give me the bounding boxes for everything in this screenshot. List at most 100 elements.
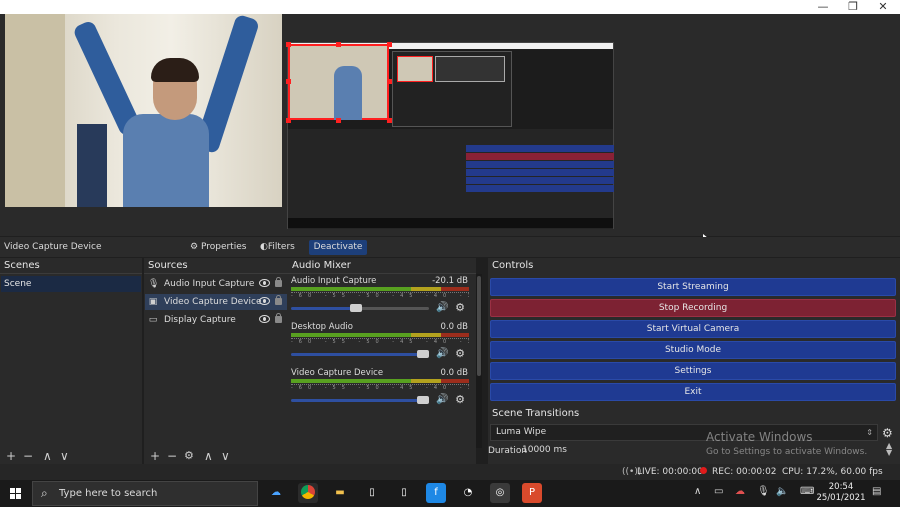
taskbar-clock[interactable]: 20:54 25/01/2021 xyxy=(816,482,866,504)
volume-icon[interactable]: 🔈 xyxy=(776,486,788,497)
chrome-icon[interactable] xyxy=(298,483,318,503)
obs-window: — ❐ ✕ Video Capture Device ⚙ Properties … xyxy=(0,0,900,507)
filter-icon: ◐ xyxy=(260,242,268,252)
scene-transitions-title: Scene Transitions xyxy=(492,408,580,419)
fader-knob[interactable] xyxy=(417,350,429,358)
volume-meter xyxy=(291,379,469,383)
add-source-button[interactable]: + xyxy=(150,448,160,464)
meter-ticks: -60 -55 -50 -45 -40 -35 -30 -25 -20 -15 … xyxy=(291,338,469,345)
source-context-bar: Video Capture Device ⚙ Properties ◐Filte… xyxy=(0,237,900,257)
visibility-eye-icon[interactable] xyxy=(259,297,270,305)
obs-studio-icon[interactable]: ◎ xyxy=(490,483,510,503)
activate-windows-hint: Go to Settings to activate Windows. xyxy=(706,447,868,457)
mixer-scrollbar[interactable] xyxy=(476,274,482,448)
source-item-display-capture[interactable]: ▭ Display Capture xyxy=(145,312,287,328)
stop-recording-button[interactable]: Stop Recording xyxy=(490,299,896,317)
network-icon[interactable]: ▭ xyxy=(714,486,723,497)
speaker-icon[interactable]: 🔊 xyxy=(436,348,448,360)
properties-button[interactable]: ⚙ Properties xyxy=(186,240,250,255)
antivirus-icon[interactable]: ☁ xyxy=(735,486,745,497)
duration-input[interactable]: 10000 ms xyxy=(522,443,582,458)
visibility-eye-icon[interactable] xyxy=(259,279,270,287)
add-scene-button[interactable]: + xyxy=(6,448,16,464)
restore-button[interactable]: ❐ xyxy=(838,0,868,14)
lock-icon[interactable] xyxy=(275,277,282,287)
rec-timer: REC: 00:00:02 xyxy=(712,467,777,477)
source-item-audio-input[interactable]: 🎙 Audio Input Capture xyxy=(145,276,287,292)
deactivate-button[interactable]: Deactivate xyxy=(309,240,367,255)
meter-ticks: -60 -55 -50 -45 -40 -35 -30 -25 -20 -15 … xyxy=(291,292,469,299)
search-icon: ⌕ xyxy=(41,486,48,500)
speaker-icon[interactable]: 🔊 xyxy=(436,394,448,406)
move-scene-down-button[interactable]: ∨ xyxy=(60,448,69,464)
microphone-icon[interactable]: 🎙 xyxy=(757,486,770,497)
remove-source-button[interactable]: − xyxy=(167,448,177,464)
gear-icon[interactable]: ⚙ xyxy=(454,348,466,360)
preview-canvas[interactable] xyxy=(0,14,900,246)
source-item-video-capture[interactable]: ▣ Video Capture Device xyxy=(145,294,287,310)
document-icon-2[interactable]: ▯ xyxy=(394,483,414,503)
meter-ticks: -60 -55 -50 -45 -40 -35 -30 -25 -20 -15 … xyxy=(291,384,469,391)
show-hidden-icons-chevron-up-icon[interactable]: ∧ xyxy=(694,486,701,497)
activate-windows-watermark: Activate Windows xyxy=(706,430,813,444)
volume-fader[interactable] xyxy=(291,399,419,402)
exit-button[interactable]: Exit xyxy=(490,383,896,401)
transition-select[interactable]: Luma Wipe ⇕ xyxy=(490,424,878,441)
scene-item[interactable]: Scene xyxy=(1,276,141,292)
notifications-icon[interactable]: ▤ xyxy=(872,486,881,497)
selected-source-label: Video Capture Device xyxy=(4,242,102,252)
move-source-up-button[interactable]: ∧ xyxy=(204,448,213,464)
start-virtual-camera-button[interactable]: Start Virtual Camera xyxy=(490,320,896,338)
start-streaming-button[interactable]: Start Streaming xyxy=(490,278,896,296)
live-timer: LIVE: 00:00:00 xyxy=(637,467,703,477)
title-bar: — ❐ ✕ xyxy=(0,0,900,14)
gear-icon[interactable]: ⚙ xyxy=(454,302,466,314)
move-scene-up-button[interactable]: ∧ xyxy=(43,448,52,464)
status-bar: ((•)) LIVE: 00:00:00 REC: 00:00:02 CPU: … xyxy=(0,464,900,480)
studio-mode-button[interactable]: Studio Mode xyxy=(490,341,896,359)
selected-source-box[interactable] xyxy=(288,44,389,120)
transition-gear-icon[interactable]: ⚙ xyxy=(882,426,893,440)
document-icon[interactable]: ▯ xyxy=(362,483,382,503)
mixer-channel-video-capture: Video Capture Device 0.0 dB -60 -55 -50 … xyxy=(291,368,469,406)
mixer-channel-audio-input: Audio Input Capture -20.1 dB -60 -55 -50… xyxy=(291,276,469,314)
windows-taskbar: ⌕ Type here to search ☁ ▬ ▯ ▯ f ◔ ◎ P ∧ … xyxy=(0,480,900,507)
fader-knob[interactable] xyxy=(417,396,429,404)
language-icon[interactable]: ⌨ xyxy=(800,486,814,497)
browser-icon[interactable]: ◔ xyxy=(458,483,478,503)
sources-title: Sources xyxy=(148,260,188,271)
mixer-channel-desktop-audio: Desktop Audio 0.0 dB -60 -55 -50 -45 -40… xyxy=(291,322,469,360)
minimize-button[interactable]: — xyxy=(808,0,838,14)
app-p-icon[interactable]: P xyxy=(522,483,542,503)
filters-button[interactable]: ◐Filters xyxy=(256,240,299,255)
onedrive-icon[interactable]: ☁ xyxy=(266,483,286,503)
scenes-title: Scenes xyxy=(4,260,40,271)
settings-button[interactable]: Settings xyxy=(490,362,896,380)
scenes-toolbar: + − ∧ ∨ xyxy=(0,448,142,464)
visibility-eye-icon[interactable] xyxy=(259,315,270,323)
lock-icon[interactable] xyxy=(275,313,282,323)
speaker-icon[interactable]: 🔊 xyxy=(436,302,448,314)
facebook-icon[interactable]: f xyxy=(426,483,446,503)
remove-scene-button[interactable]: − xyxy=(23,448,33,464)
gear-icon: ⚙ xyxy=(190,242,199,252)
lock-icon[interactable] xyxy=(275,295,282,305)
duration-spinner[interactable]: ▲ ▼ xyxy=(886,442,892,457)
close-button[interactable]: ✕ xyxy=(868,0,898,14)
volume-fader[interactable] xyxy=(291,353,419,356)
display-capture-feed[interactable] xyxy=(286,42,614,229)
audio-mixer-title: Audio Mixer xyxy=(292,260,351,271)
file-explorer-icon[interactable]: ▬ xyxy=(330,483,350,503)
move-source-down-button[interactable]: ∨ xyxy=(221,448,230,464)
windows-start-icon[interactable] xyxy=(10,488,21,499)
volume-fader[interactable] xyxy=(291,307,351,310)
taskbar-search-input[interactable]: ⌕ Type here to search xyxy=(32,481,258,506)
volume-meter xyxy=(291,287,469,291)
source-properties-gear-icon[interactable]: ⚙ xyxy=(184,448,194,464)
audio-mixer-dock: Audio Mixer Audio Input Capture -20.1 dB… xyxy=(288,258,476,464)
fader-knob[interactable] xyxy=(350,304,362,312)
monitor-icon: ▭ xyxy=(148,315,158,325)
recording-dot-icon xyxy=(700,467,707,474)
webcam-feed[interactable] xyxy=(5,14,282,207)
gear-icon[interactable]: ⚙ xyxy=(454,394,466,406)
